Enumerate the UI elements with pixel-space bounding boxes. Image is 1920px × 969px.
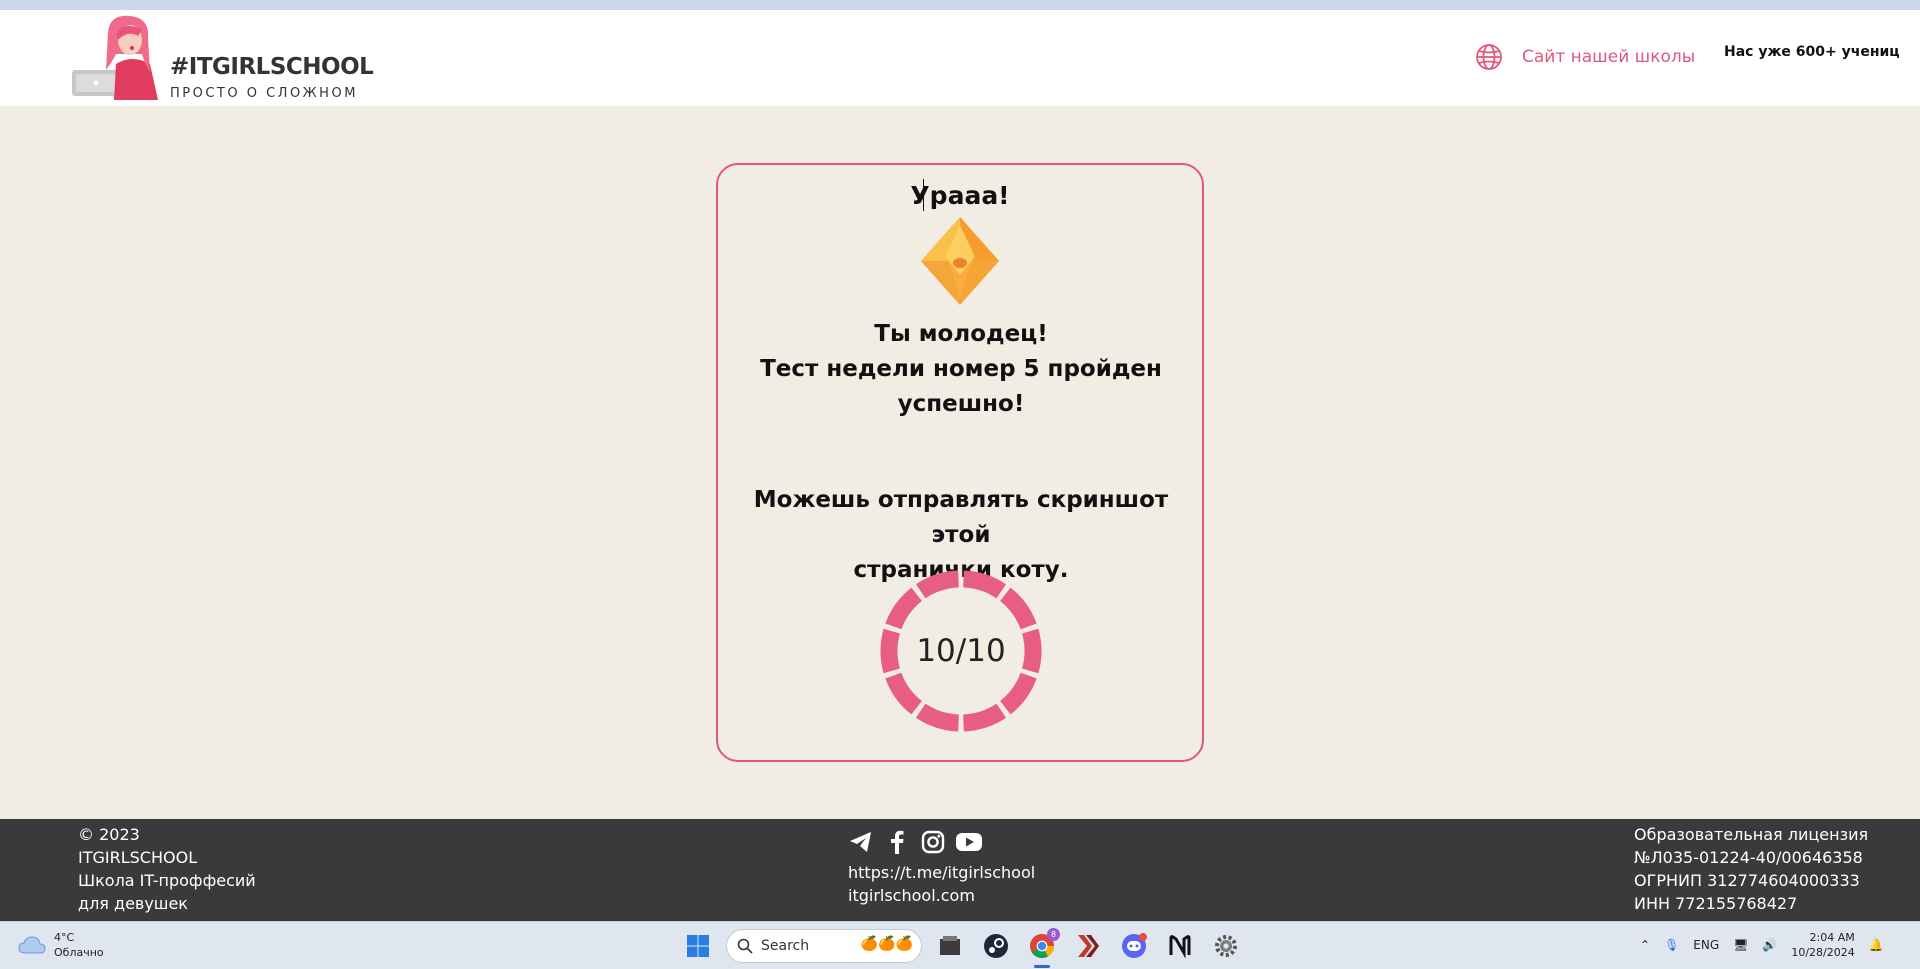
telegram-icon[interactable] — [848, 829, 874, 855]
students-count: Нас уже 600+ учениц — [1724, 44, 1900, 60]
footer-line: ITGIRLSCHOOL — [78, 848, 198, 867]
logo-girl-illustration — [72, 15, 158, 100]
game-launcher-icon[interactable] — [1070, 928, 1106, 964]
school-site-link[interactable]: Сайт нашей школы — [1474, 40, 1695, 74]
taskbar-clock[interactable]: 2:04 AM 10/28/2024 — [1791, 930, 1854, 960]
discord-icon[interactable] — [1116, 928, 1152, 964]
clock-date: 10/28/2024 — [1791, 946, 1855, 959]
footer-line: © 2023 — [78, 825, 140, 844]
weather-widget[interactable]: 4°C Облачно — [18, 930, 104, 960]
social-links — [848, 829, 1035, 855]
logo-subtitle: ПРОСТО О СЛОЖНОМ — [170, 86, 358, 101]
praise-line: Ты молодец! — [874, 321, 1048, 347]
language-indicator[interactable]: ENG — [1693, 938, 1719, 952]
text-caret — [923, 179, 924, 211]
system-tray: ⌃ 🎙 ENG 🖥 🔊 2:04 AM 10/28/2024 🔔 — [1640, 930, 1884, 960]
search-placeholder: Search — [761, 938, 810, 954]
site-footer: © 2023 ITGIRLSCHOOL Школа IT-проффесий д… — [0, 819, 1920, 921]
chevron-up-icon[interactable]: ⌃ — [1640, 938, 1650, 952]
facebook-icon[interactable] — [884, 829, 910, 855]
youtube-icon[interactable] — [956, 829, 982, 855]
logo-link[interactable]: #ITGIRLSCHOOL ПРОСТО О СЛОЖНОМ — [72, 14, 374, 104]
footer-line: для девушек — [78, 894, 188, 913]
os-taskbar: 4°C Облачно Search 🍊🍊🍊 8 ⌃ 🎙 ENG 🖥 🔊 2:0… — [0, 921, 1920, 969]
search-icon — [737, 938, 753, 954]
network-icon[interactable]: 🖥 — [1733, 938, 1748, 952]
footer-line: Школа IT-проффесий — [78, 871, 256, 890]
notion-icon[interactable] — [1162, 928, 1198, 964]
file-explorer-icon[interactable] — [932, 928, 968, 964]
active-app-indicator — [1034, 965, 1050, 968]
logo-title: #ITGIRLSCHOOL — [170, 54, 374, 80]
notification-bell-icon[interactable]: 🔔 — [1869, 938, 1884, 952]
search-highlight-icon: 🍊🍊🍊 — [860, 936, 913, 952]
instagram-icon[interactable] — [920, 829, 946, 855]
crystal-icon — [921, 217, 999, 305]
footer-copyright: © 2023 ITGIRLSCHOOL Школа IT-проффесий д… — [78, 823, 256, 915]
taskbar-apps: Search 🍊🍊🍊 8 — [680, 928, 1244, 968]
site-header: #ITGIRLSCHOOL ПРОСТО О СЛОЖНОМ Сайт наше… — [0, 10, 1920, 106]
volume-icon[interactable]: 🔊 — [1762, 938, 1777, 952]
clock-time: 2:04 AM — [1809, 931, 1855, 944]
website-link[interactable]: itgirlschool.com — [848, 884, 1035, 907]
taskbar-search[interactable]: Search 🍊🍊🍊 — [726, 929, 922, 963]
legal-line: №Л035-01224-40/00646358 — [1634, 848, 1863, 867]
telegram-link[interactable]: https://t.me/itgirlschool — [848, 861, 1035, 884]
praise-message: Ты молодец! Тест недели номер 5 пройден … — [738, 317, 1184, 422]
browser-chrome-strip — [0, 0, 1920, 10]
settings-gear-icon[interactable] — [1208, 928, 1244, 964]
praise-line: Тест недели номер 5 пройден — [760, 356, 1162, 382]
microphone-icon[interactable]: 🎙 — [1664, 938, 1679, 952]
school-site-label: Сайт нашей школы — [1522, 47, 1696, 67]
footer-legal: Образовательная лицензия №Л035-01224-40/… — [1634, 823, 1868, 915]
result-card: Урааа! Ты молодец! Тест недели номер 5 п… — [716, 163, 1204, 762]
legal-line: ОГРНИП 312774604000333 — [1634, 871, 1860, 890]
steam-icon[interactable] — [978, 928, 1014, 964]
weather-temp: 4°C — [54, 931, 75, 944]
footer-contacts: https://t.me/itgirlschool itgirlschool.c… — [848, 829, 1035, 907]
chrome-profile-badge: 8 — [1047, 928, 1060, 941]
score-text: 10/10 — [916, 633, 1006, 669]
cloud-icon — [18, 936, 46, 954]
globe-icon — [1476, 44, 1502, 70]
hint-line: Можешь отправлять скриншот этой — [753, 487, 1169, 548]
legal-line: ИНН 772155768427 — [1634, 894, 1798, 913]
legal-line: Образовательная лицензия — [1634, 825, 1869, 844]
result-title: Урааа! — [910, 181, 1010, 210]
weather-desc: Облачно — [54, 946, 104, 959]
windows-start-icon[interactable] — [680, 928, 716, 964]
chrome-icon[interactable]: 8 — [1024, 928, 1060, 968]
praise-line: успешно! — [897, 391, 1025, 417]
